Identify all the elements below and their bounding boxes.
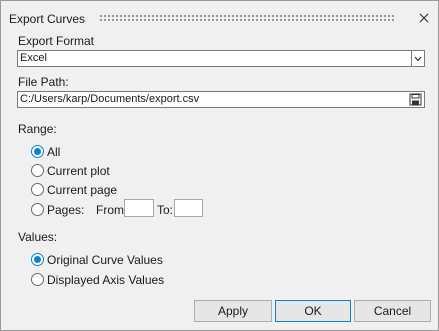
from-page-input[interactable] — [124, 199, 154, 217]
range-current-page-label[interactable]: Current page — [47, 183, 117, 197]
original-curve-values-radio[interactable] — [31, 253, 44, 266]
close-icon — [419, 13, 429, 23]
close-button[interactable] — [416, 10, 432, 26]
to-label: To: — [157, 203, 174, 217]
displayed-axis-values-label[interactable]: Displayed Axis Values — [47, 273, 164, 287]
to-page-input[interactable] — [174, 199, 203, 217]
original-curve-values-label[interactable]: Original Curve Values — [47, 253, 163, 267]
dialog-title: Export Curves — [9, 12, 86, 26]
drag-grip-icon[interactable] — [99, 14, 394, 22]
range-current-plot-label[interactable]: Current plot — [47, 164, 110, 178]
file-path-input[interactable]: C:/Users/karp/Documents/export.csv — [17, 91, 425, 108]
file-path-label: File Path: — [18, 75, 69, 89]
dropdown-arrow[interactable] — [411, 51, 424, 66]
chevron-down-icon — [414, 56, 422, 61]
range-all-radio[interactable] — [31, 145, 44, 158]
file-path-value: C:/Users/karp/Documents/export.csv — [20, 93, 200, 105]
title-bar[interactable]: Export Curves — [1, 1, 438, 35]
export-format-value: Excel — [20, 52, 47, 64]
from-label: From: — [96, 203, 128, 217]
range-pages-label[interactable]: Pages: — [47, 203, 84, 217]
values-label: Values: — [18, 230, 58, 244]
export-format-label: Export Format — [18, 34, 95, 48]
range-label: Range: — [18, 122, 57, 136]
save-icon[interactable] — [409, 93, 422, 106]
range-current-page-radio[interactable] — [31, 183, 44, 196]
displayed-axis-values-radio[interactable] — [31, 273, 44, 286]
ok-button[interactable]: OK — [275, 300, 351, 322]
cancel-button[interactable]: Cancel — [354, 300, 431, 322]
apply-button[interactable]: Apply — [194, 300, 272, 322]
range-pages-radio[interactable] — [31, 203, 44, 216]
range-current-plot-radio[interactable] — [31, 164, 44, 177]
range-all-label[interactable]: All — [47, 145, 60, 159]
export-curves-dialog: Export Curves Export Format Excel File P… — [0, 0, 439, 331]
export-format-select[interactable]: Excel — [17, 50, 425, 67]
